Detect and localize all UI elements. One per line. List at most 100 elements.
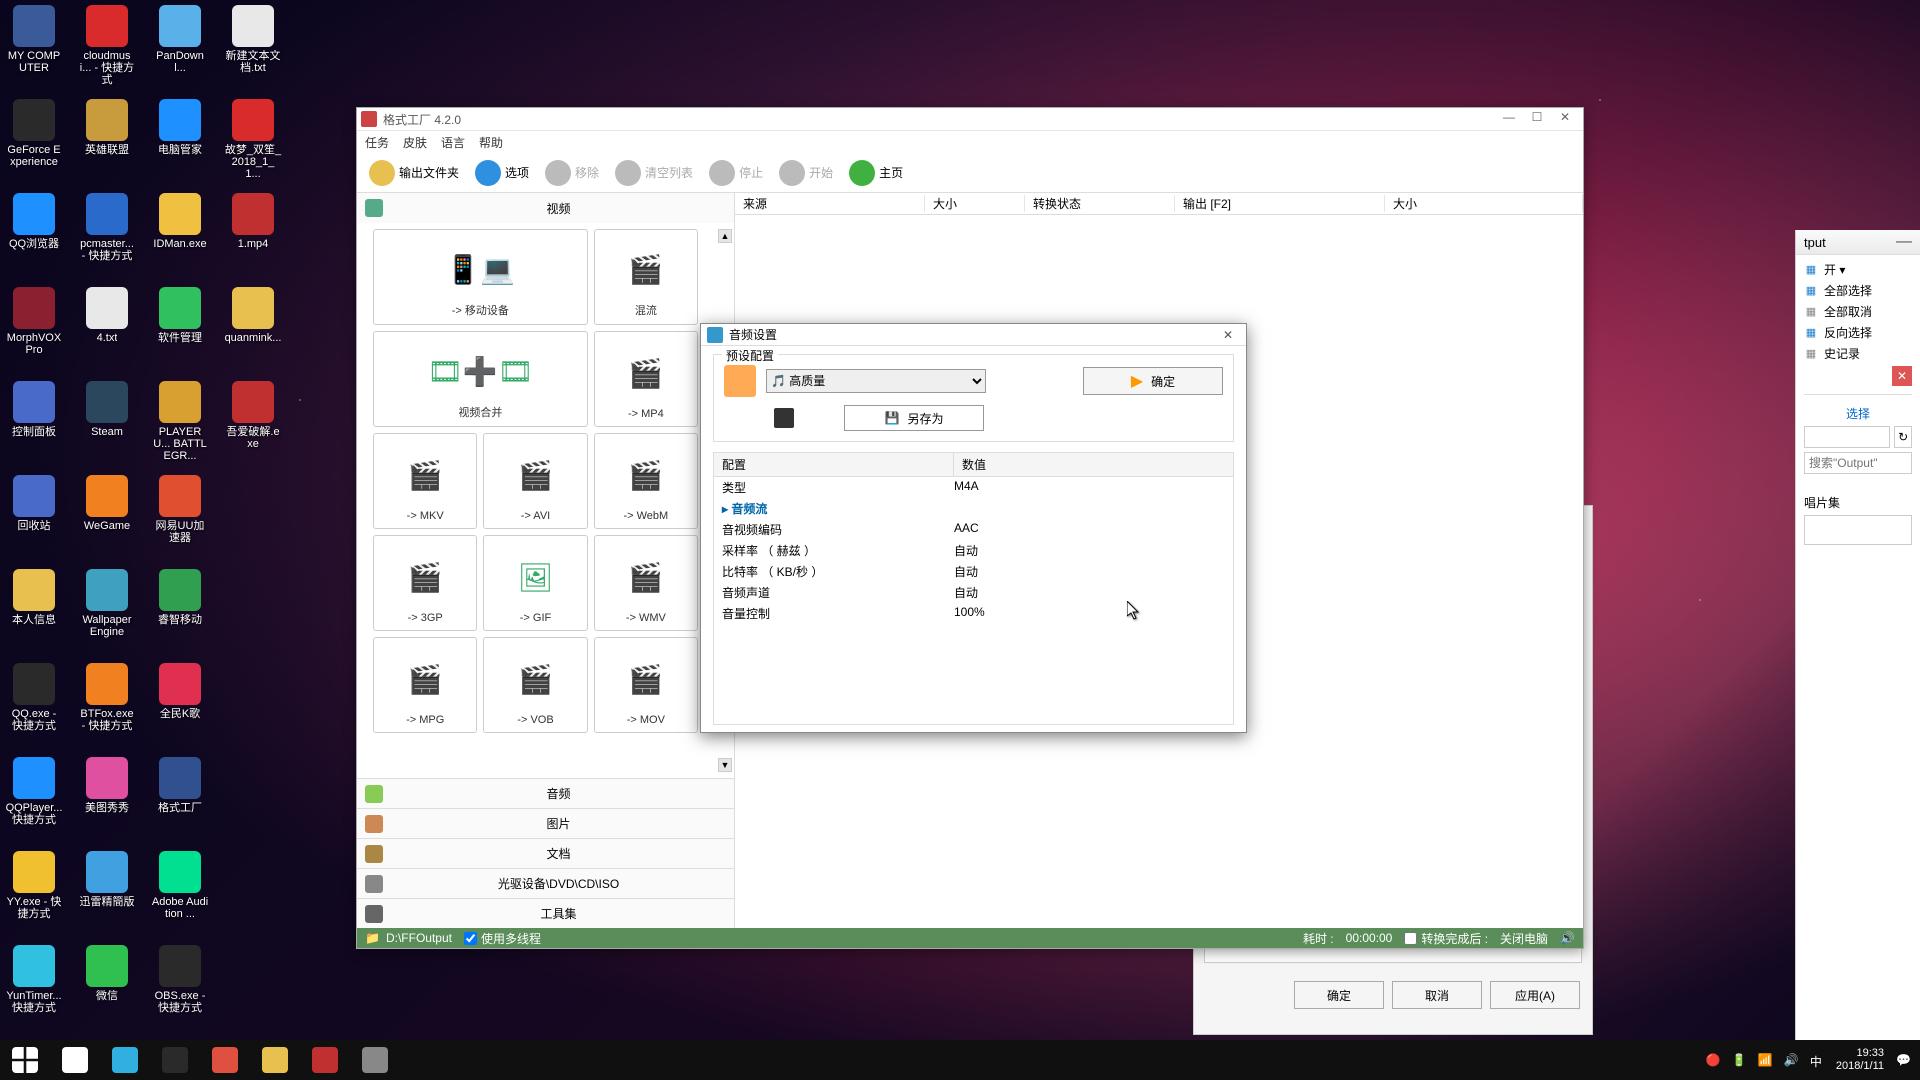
cancel-button[interactable]: 取消	[1392, 981, 1482, 1009]
desktop-icon[interactable]: pcmaster... - 快捷方式	[78, 193, 136, 287]
col-state[interactable]: 转换状态	[1025, 195, 1175, 212]
tray-notifications-icon[interactable]: 💬	[1896, 1053, 1910, 1067]
close-button[interactable]: ✕	[1892, 366, 1912, 386]
desktop-icon[interactable]: 吾爱破解.exe	[224, 381, 282, 475]
col-config[interactable]: 配置	[714, 453, 954, 476]
taskbar-app[interactable]	[200, 1040, 250, 1080]
desktop-icon[interactable]: YY.exe - 快捷方式	[5, 851, 63, 945]
output-path[interactable]: D:\FFOutput	[386, 931, 452, 945]
desktop-icon[interactable]: QQ浏览器	[5, 193, 63, 287]
volume-icon[interactable]: 🔊	[1560, 931, 1575, 945]
taskbar-app[interactable]	[350, 1040, 400, 1080]
settings-row[interactable]: 类型M4A	[714, 477, 1233, 498]
desktop-icon[interactable]: QQ.exe - 快捷方式	[5, 663, 63, 757]
desktop-icon[interactable]: 微信	[78, 945, 136, 1039]
toolbar-button[interactable]: 选项	[469, 158, 535, 188]
category-row[interactable]: 文档	[357, 838, 734, 868]
format-tile[interactable]: 📱💻-> 移动设备	[373, 229, 588, 325]
desktop-icon[interactable]: MorphVOX Pro	[5, 287, 63, 381]
ok-button[interactable]: ▶ 确定	[1083, 367, 1223, 395]
tray-wifi-icon[interactable]: 📶	[1758, 1053, 1772, 1067]
desktop-icon[interactable]: 1.mp4	[224, 193, 282, 287]
col-size[interactable]: 大小	[925, 195, 1025, 212]
taskbar-app[interactable]	[100, 1040, 150, 1080]
settings-row[interactable]: 音视频编码AAC	[714, 519, 1233, 540]
menu-item[interactable]: 皮肤	[403, 134, 427, 151]
titlebar[interactable]: 格式工厂 4.2.0 — ☐ ✕	[357, 108, 1583, 131]
desktop-icon[interactable]: cloudmusi... - 快捷方式	[78, 5, 136, 99]
format-tile[interactable]: 🎬-> MKV	[373, 433, 477, 529]
format-tile[interactable]: 🎬-> AVI	[483, 433, 587, 529]
desktop-icon[interactable]: PLAYERU... BATTLEGR...	[151, 381, 209, 475]
close-button[interactable]: ✕	[1551, 110, 1579, 128]
format-tile[interactable]: 🎬-> MOV	[594, 637, 698, 733]
desktop-icon[interactable]: OBS.exe - 快捷方式	[151, 945, 209, 1039]
panel-item[interactable]: ▦开 ▾	[1804, 259, 1912, 280]
format-tile[interactable]: 🖼-> GIF	[483, 535, 587, 631]
search-input[interactable]	[1804, 452, 1912, 474]
desktop-icon[interactable]: PanDownl...	[151, 5, 209, 99]
tray-record-icon[interactable]: 🔴	[1706, 1053, 1720, 1067]
panel-item[interactable]: ▦全部选择	[1804, 280, 1912, 301]
desktop-icon[interactable]: 故梦_双笙_2018_1_1...	[224, 99, 282, 193]
quality-select[interactable]: 🎵 高质量	[766, 369, 986, 393]
desktop-icon[interactable]: Wallpaper Engine	[78, 569, 136, 663]
menu-item[interactable]: 语言	[441, 134, 465, 151]
desktop-icon[interactable]: Adobe Audition ...	[151, 851, 209, 945]
desktop-icon[interactable]: 网易UU加速器	[151, 475, 209, 569]
desktop-icon[interactable]: quanmink...	[224, 287, 282, 381]
category-row[interactable]: 音频	[357, 778, 734, 808]
path-input[interactable]	[1804, 426, 1890, 448]
col-outsize[interactable]: 大小	[1385, 195, 1583, 212]
panel-item[interactable]: ▦全部取消	[1804, 301, 1912, 322]
format-tile[interactable]: 🎬-> WMV	[594, 535, 698, 631]
desktop-icon[interactable]: 睿智移动	[151, 569, 209, 663]
col-source[interactable]: 来源	[735, 195, 925, 212]
desktop-icon[interactable]: 新建文本文档.txt	[224, 5, 282, 99]
desktop-icon[interactable]: 电脑管家	[151, 99, 209, 193]
refresh-button[interactable]: ↻	[1894, 426, 1912, 448]
desktop-icon[interactable]: 格式工厂	[151, 757, 209, 851]
after-done-input[interactable]	[1404, 932, 1417, 945]
multithread-checkbox[interactable]: 使用多线程	[464, 930, 541, 947]
category-row[interactable]: 光驱设备\DVD\CD\ISO	[357, 868, 734, 898]
album-box[interactable]	[1804, 515, 1912, 545]
desktop-icon[interactable]: IDMan.exe	[151, 193, 209, 287]
settings-row[interactable]: 音量控制100%	[714, 603, 1233, 624]
col-value[interactable]: 数值	[954, 453, 994, 476]
desktop-icon[interactable]: 软件管理	[151, 287, 209, 381]
after-done-checkbox[interactable]: 转换完成后 :	[1404, 930, 1488, 947]
desktop-icon[interactable]: 美图秀秀	[78, 757, 136, 851]
format-tile[interactable]: 🎬-> MP4	[594, 331, 698, 427]
settings-row[interactable]: 采样率 （ 赫兹 ）自动	[714, 540, 1233, 561]
minimize-button[interactable]: —	[1495, 110, 1523, 128]
scroll-up-icon[interactable]: ▲	[718, 229, 732, 243]
desktop-icon[interactable]: WeGame	[78, 475, 136, 569]
desktop-icon[interactable]: QQPlayer... 快捷方式	[5, 757, 63, 851]
ok-button[interactable]: 确定	[1294, 981, 1384, 1009]
select-link[interactable]: 选择	[1804, 401, 1912, 426]
save-as-button[interactable]: 💾 另存为	[844, 405, 984, 431]
taskbar-app[interactable]	[50, 1040, 100, 1080]
tray-volume-icon[interactable]: 🔊	[1784, 1053, 1798, 1067]
desktop-icon[interactable]: 4.txt	[78, 287, 136, 381]
start-button[interactable]	[0, 1040, 50, 1080]
clock[interactable]: 19:33 2018/1/11	[1836, 1047, 1884, 1073]
settings-row[interactable]: 比特率 （ KB/秒 ）自动	[714, 561, 1233, 582]
dialog-titlebar[interactable]: 音频设置 ✕	[701, 324, 1246, 346]
settings-row[interactable]: 音频声道自动	[714, 582, 1233, 603]
format-tile[interactable]: 🎬-> VOB	[483, 637, 587, 733]
apply-button[interactable]: 应用(A)	[1490, 981, 1580, 1009]
taskbar-app[interactable]	[150, 1040, 200, 1080]
desktop-icon[interactable]: 本人信息	[5, 569, 63, 663]
desktop-icon[interactable]: YunTimer... 快捷方式	[5, 945, 63, 1039]
console-icon[interactable]	[774, 408, 794, 428]
taskbar-app[interactable]	[300, 1040, 350, 1080]
taskbar-app[interactable]	[250, 1040, 300, 1080]
category-row[interactable]: 图片	[357, 808, 734, 838]
desktop-icon[interactable]: BTFox.exe - 快捷方式	[78, 663, 136, 757]
tray-battery-icon[interactable]: 🔋	[1732, 1053, 1746, 1067]
toolbar-button[interactable]: 输出文件夹	[363, 158, 465, 188]
desktop-icon[interactable]: GeForce Experience	[5, 99, 63, 193]
maximize-button[interactable]: ☐	[1523, 110, 1551, 128]
